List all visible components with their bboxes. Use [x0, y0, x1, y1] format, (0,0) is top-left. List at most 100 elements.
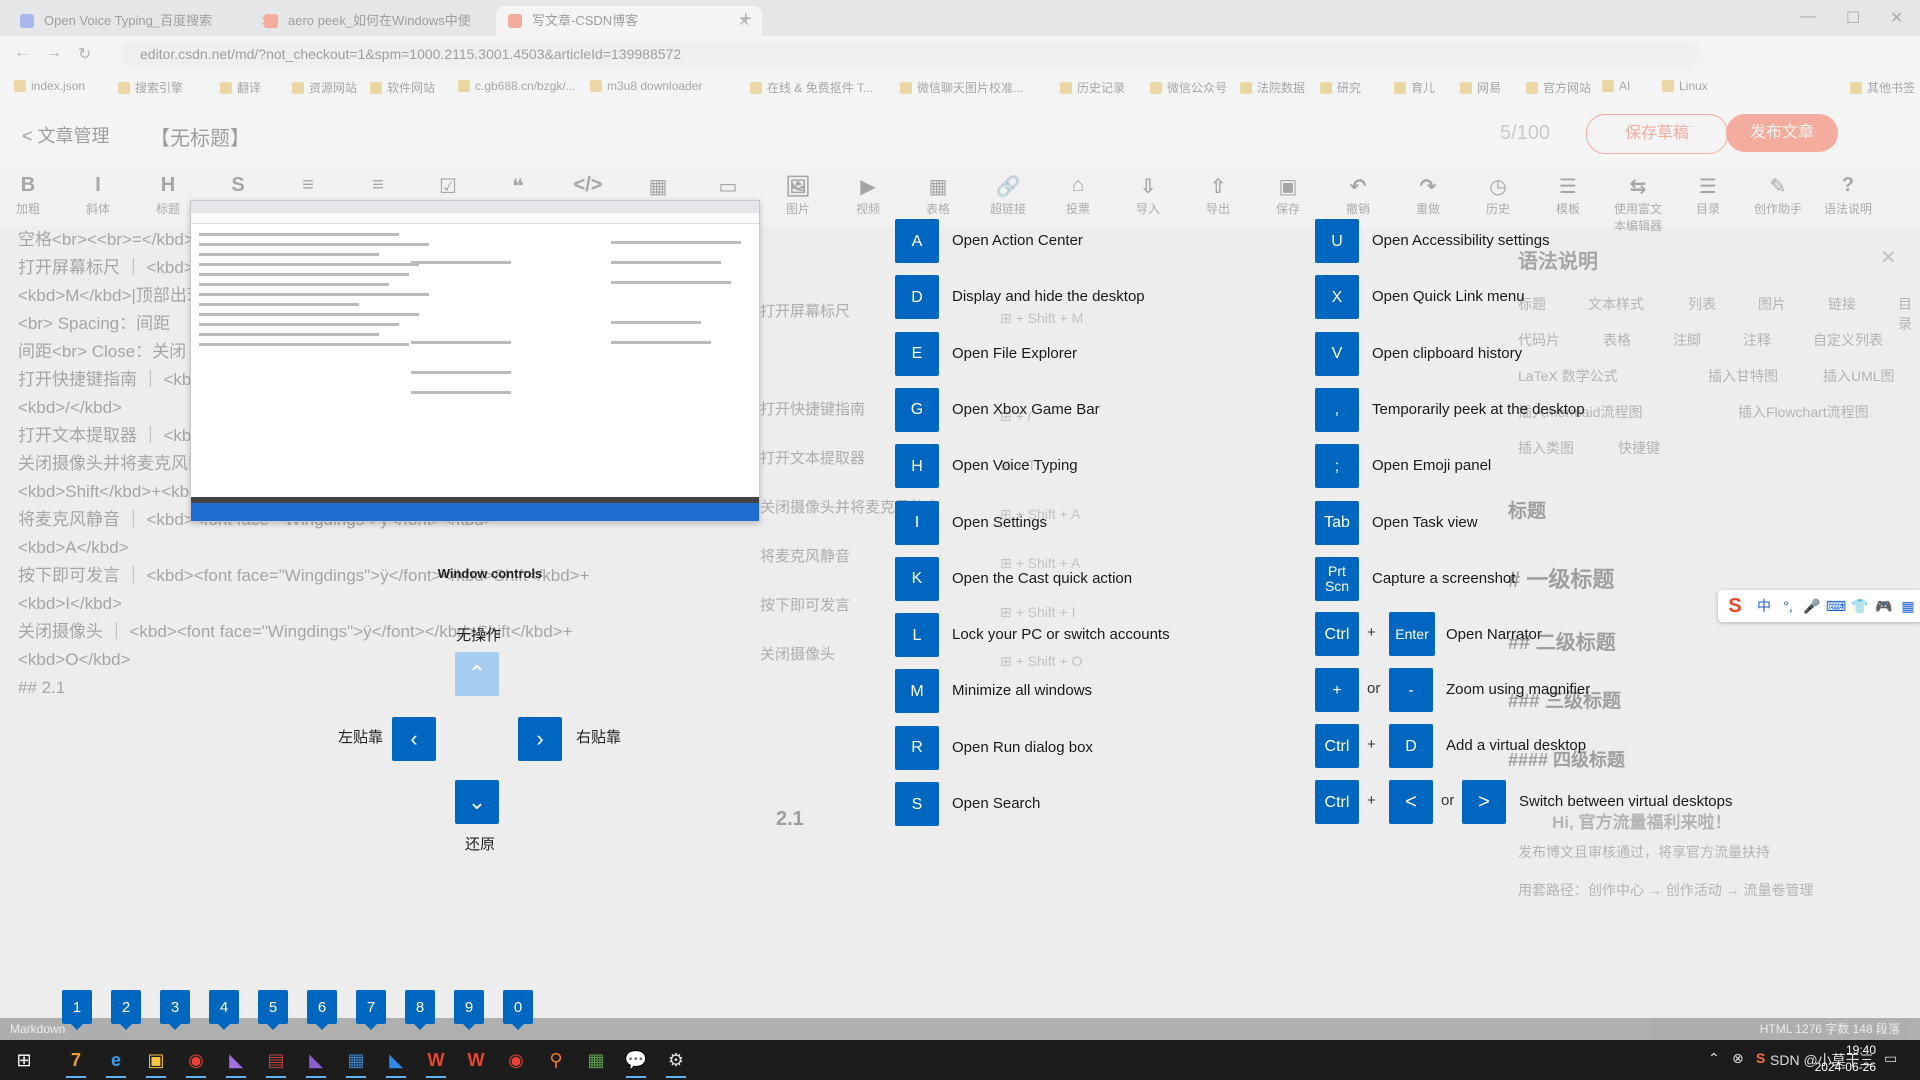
article-manage-link[interactable]: < 文章管理 — [22, 122, 110, 148]
url-field[interactable]: editor.csdn.net/md/?not_checkout=1&spm=1… — [120, 42, 1700, 66]
toolbar-button[interactable]: ☰ 模板 — [1540, 174, 1596, 217]
browser-tab-3[interactable]: 写文章-CSDN博客 ✕ — [496, 6, 762, 36]
toolbar-button[interactable]: I 斜体 — [70, 174, 126, 217]
close-icon[interactable]: ✕ — [1880, 245, 1897, 270]
bookmark-item[interactable]: c.gb688.cn/bzgk/... — [458, 79, 576, 93]
app-icon[interactable]: ▦ — [582, 1046, 610, 1074]
visual-studio-icon[interactable]: ◣ — [302, 1046, 330, 1078]
bookmark-item[interactable]: 在线 & 免费抠件 T... — [750, 79, 873, 96]
bookmark-item[interactable]: 软件网站 — [370, 79, 435, 96]
bookmark-item[interactable]: 官方网站 — [1526, 79, 1591, 96]
toolbar-button[interactable]: ⌂ 投票 — [1050, 174, 1106, 217]
syntax-tag[interactable]: 插入Flowchart流程图 — [1738, 402, 1869, 422]
toolbar-button[interactable]: ↷ 重做 — [1400, 174, 1456, 217]
syntax-tag[interactable]: LaTeX 数学公式 — [1518, 366, 1618, 386]
game-icon[interactable]: 🎮 — [1872, 598, 1896, 615]
browser-tab-1[interactable]: Open Voice Typing_百度搜索 ✕ — [8, 6, 284, 36]
close-window-icon[interactable]: ✕ — [1890, 8, 1903, 28]
file-explorer-icon[interactable]: ▣ — [142, 1046, 170, 1078]
bookmark-item[interactable]: 法院数据 — [1240, 79, 1305, 96]
toolbar-button[interactable]: ✎ 创作助手 — [1750, 174, 1806, 217]
sogou-tray-icon[interactable]: S — [1756, 1050, 1765, 1066]
bookmark-item[interactable]: 研究 — [1320, 79, 1361, 96]
syntax-tag[interactable]: 文本样式 — [1588, 294, 1644, 314]
wps-icon[interactable]: W — [422, 1046, 450, 1078]
app-7zip-icon[interactable]: 7 — [62, 1046, 90, 1078]
network-icon[interactable]: ⊗ — [1732, 1050, 1744, 1067]
toolbar-button[interactable]: ? 语法说明 — [1820, 174, 1876, 217]
chrome-icon[interactable]: ◉ — [182, 1046, 210, 1078]
bookmark-item[interactable]: 其他书签 — [1850, 79, 1915, 96]
reload-icon[interactable]: ↻ — [78, 44, 91, 64]
syntax-tag[interactable]: 代码片 — [1518, 330, 1560, 350]
toolbar-button[interactable]: ▦ 表格 — [910, 174, 966, 217]
bookmark-item[interactable]: 翻译 — [220, 79, 261, 96]
visual-studio-icon[interactable]: ◣ — [222, 1046, 250, 1078]
skin-icon[interactable]: 👕 — [1848, 598, 1872, 615]
back-icon[interactable]: ← — [14, 44, 30, 62]
toolbox-icon[interactable]: ▦ — [1896, 598, 1920, 615]
syntax-tag[interactable]: 插入UML图 — [1823, 366, 1895, 386]
edge-icon[interactable]: e — [102, 1046, 130, 1078]
app-icon[interactable]: ▤ — [262, 1046, 290, 1078]
maximize-icon[interactable]: ☐ — [1846, 8, 1860, 28]
article-title[interactable]: 【无标题】 — [150, 122, 250, 151]
save-draft-button[interactable]: 保存草稿 — [1586, 114, 1728, 154]
bookmark-item[interactable]: 微信公众号 — [1150, 79, 1227, 96]
close-icon[interactable]: ✕ — [738, 6, 750, 36]
chevron-up-icon[interactable]: ⌃ — [1708, 1050, 1720, 1067]
toolbar-button[interactable]: ☰ 目录 — [1680, 174, 1736, 217]
sogou-logo-icon[interactable]: S — [1718, 595, 1752, 618]
forward-icon[interactable]: → — [46, 44, 62, 62]
bookmark-item[interactable]: 育儿 — [1394, 79, 1435, 96]
ime-toolbar[interactable]: S 中 °, 🎤 ⌨ 👕 🎮 ▦ — [1718, 590, 1920, 622]
syntax-tag[interactable]: 链接 — [1828, 294, 1856, 314]
wps-icon[interactable]: W — [462, 1046, 490, 1074]
bookmark-item[interactable]: Linux — [1662, 79, 1708, 93]
bookmark-item[interactable]: index.json — [14, 79, 85, 93]
toolbar-button[interactable]: ⇧ 导出 — [1190, 174, 1246, 217]
syntax-tag[interactable]: 插入甘特图 — [1708, 366, 1778, 386]
bookmark-item[interactable]: 资源网站 — [292, 79, 357, 96]
bookmark-item[interactable]: m3u8 downloader — [590, 79, 702, 93]
toolbar-button[interactable]: ▣ 保存 — [1260, 174, 1316, 217]
close-icon[interactable]: ✕ — [504, 6, 516, 36]
notification-icon[interactable]: ▭ — [1884, 1050, 1897, 1067]
toolbar-button[interactable]: ⇆ 使用富文本编辑器 — [1610, 174, 1666, 234]
toolbar-button[interactable]: ▶ 视频 — [840, 174, 896, 217]
syntax-tag[interactable]: 图片 — [1758, 294, 1786, 314]
toolbar-button[interactable]: 🔗 超链接 — [980, 174, 1036, 217]
settings-icon[interactable]: ⚙ — [662, 1046, 690, 1078]
toolbar-button[interactable]: B 加粗 — [0, 174, 56, 217]
syntax-tag[interactable]: 快捷键 — [1618, 438, 1660, 458]
syntax-tag[interactable]: 注脚 — [1673, 330, 1701, 350]
toolbar-button[interactable]: ◷ 历史 — [1470, 174, 1526, 217]
syntax-tag[interactable]: 自定义列表 — [1813, 330, 1883, 350]
syntax-tag[interactable]: 注释 — [1743, 330, 1771, 350]
syntax-tag[interactable]: 表格 — [1603, 330, 1631, 350]
minimize-icon[interactable]: — — [1800, 8, 1816, 26]
ime-punctuation-icon[interactable]: °, — [1776, 598, 1800, 614]
bookmark-item[interactable]: 历史记录 — [1060, 79, 1125, 96]
chrome-icon[interactable]: ◉ — [502, 1046, 530, 1074]
start-icon[interactable]: ⊞ — [10, 1046, 38, 1074]
microphone-icon[interactable]: 🎤 — [1800, 598, 1824, 615]
app-icon[interactable]: ▦ — [342, 1046, 370, 1078]
bookmark-item[interactable]: 搜索引擎 — [118, 79, 183, 96]
bookmark-item[interactable]: 网易 — [1460, 79, 1501, 96]
toolbar-button[interactable]: ↶ 撤销 — [1330, 174, 1386, 217]
keyboard-icon[interactable]: ⌨ — [1824, 598, 1848, 615]
new-tab-button[interactable]: + — [740, 8, 752, 31]
toolbar-button[interactable]: 🖼 图片 — [770, 174, 826, 217]
clock[interactable]: 19:40 2024-06-26 — [1815, 1042, 1876, 1076]
browser-tab-2[interactable]: aero peek_如何在Windows中使 ✕ — [252, 6, 528, 36]
toolbar-button[interactable]: H 标题 — [140, 174, 196, 217]
wechat-icon[interactable]: 💬 — [622, 1046, 650, 1078]
close-icon[interactable]: ✕ — [260, 6, 272, 36]
search-app-icon[interactable]: ⚲ — [542, 1046, 570, 1074]
syntax-tag[interactable]: 列表 — [1688, 294, 1716, 314]
bookmark-item[interactable]: AI — [1602, 79, 1630, 93]
toolbar-button[interactable]: ⇩ 导入 — [1120, 174, 1176, 217]
vscode-icon[interactable]: ◣ — [382, 1046, 410, 1078]
publish-button[interactable]: 发布文章 — [1726, 114, 1838, 152]
